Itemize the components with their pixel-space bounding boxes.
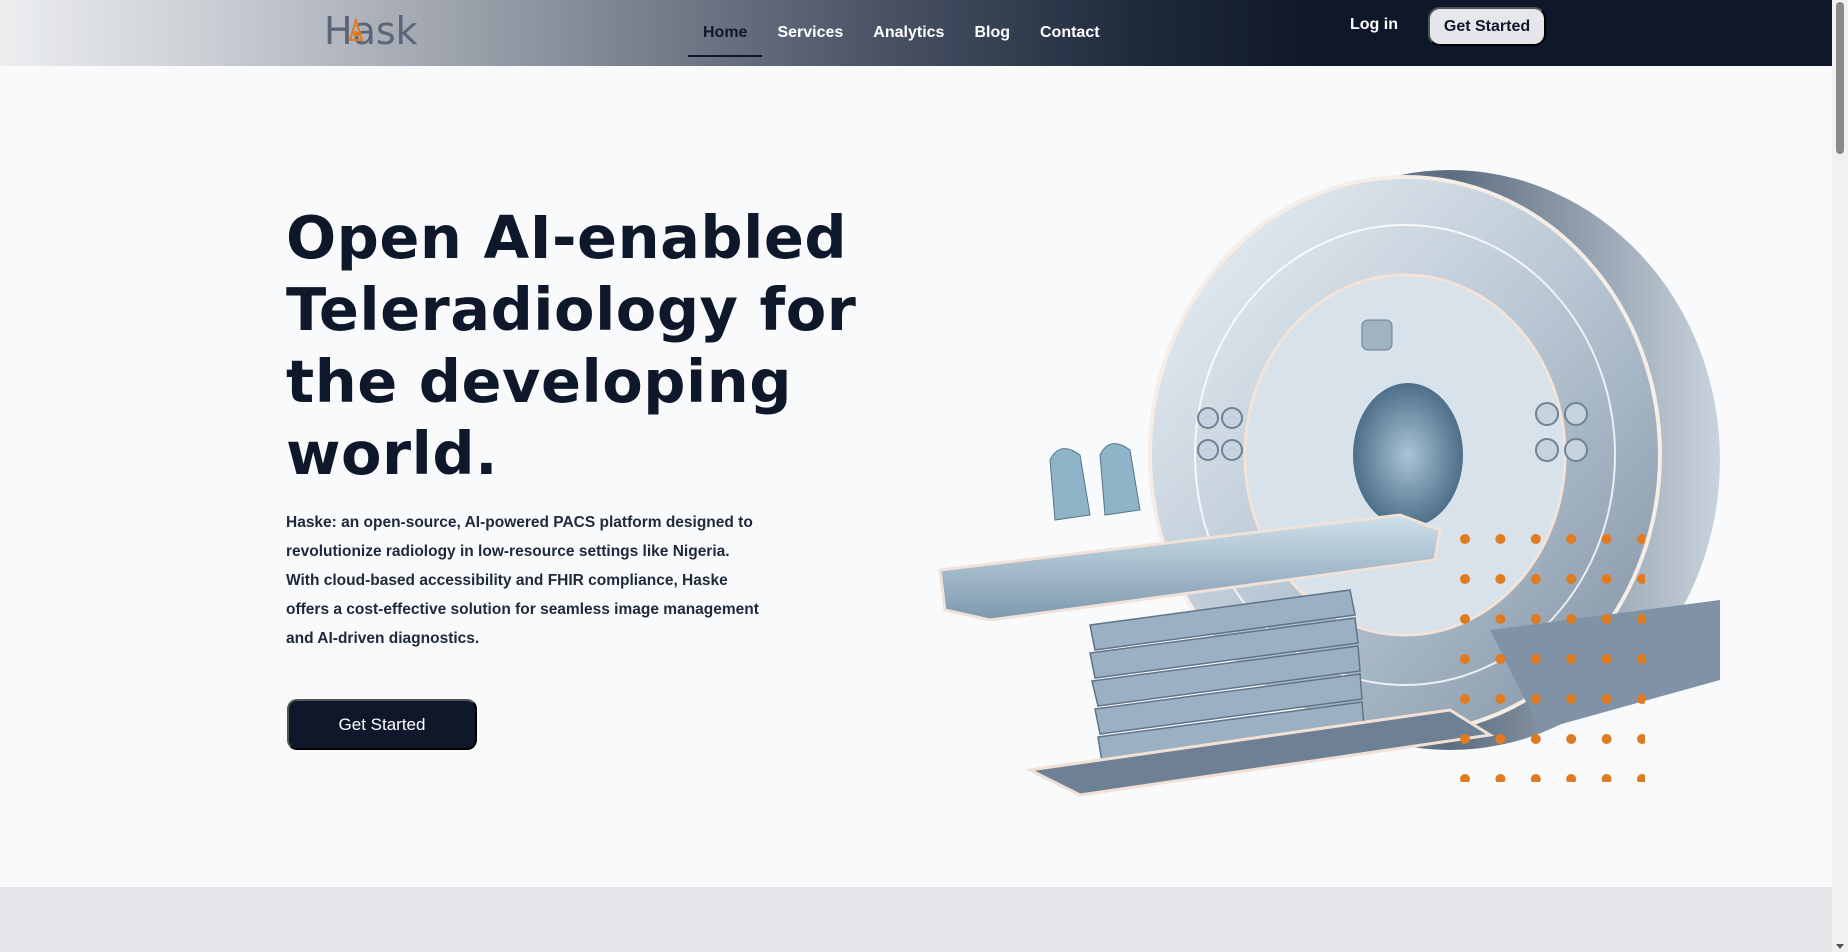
decorative-dot <box>1495 534 1506 544</box>
site-header: Haske Home Services Analytics Blog Conta… <box>0 0 1832 66</box>
decorative-dot <box>1530 534 1541 544</box>
page-scrollbar[interactable] <box>1832 0 1848 952</box>
decorative-dot <box>1495 774 1506 782</box>
main-nav: Home Services Analytics Blog Contact <box>688 0 1115 66</box>
decorative-dot <box>1566 774 1577 782</box>
decorative-dot <box>1460 734 1470 744</box>
login-link[interactable]: Log in <box>1350 16 1398 38</box>
nav-services[interactable]: Services <box>762 9 858 57</box>
hero-description: Haske: an open-source, AI-powered PACS p… <box>286 514 759 647</box>
decorative-dot <box>1601 734 1612 744</box>
decorative-dot <box>1495 574 1506 584</box>
decorative-dot <box>1637 614 1645 624</box>
haske-logo[interactable]: Haske <box>322 6 418 50</box>
scroll-down-arrow-icon[interactable] <box>1836 944 1844 949</box>
hero-get-started-button[interactable]: Get Started <box>287 699 477 750</box>
hero-title-line: Teleradiology for <box>286 275 857 344</box>
header-get-started-button[interactable]: Get Started <box>1428 7 1546 46</box>
decorative-dot <box>1566 694 1577 704</box>
decorative-dot <box>1530 574 1541 584</box>
decorative-dot <box>1601 534 1612 544</box>
hero-title-line: Open AI-enabled <box>286 203 848 272</box>
decorative-dot <box>1460 534 1470 544</box>
decorative-dot <box>1460 574 1470 584</box>
decorative-dot <box>1495 614 1506 624</box>
decorative-dot <box>1637 574 1645 584</box>
decorative-dot <box>1495 654 1506 664</box>
decorative-dot <box>1566 734 1577 744</box>
decorative-dot <box>1566 574 1577 584</box>
decorative-dot <box>1530 614 1541 624</box>
decorative-dot <box>1460 654 1470 664</box>
decorative-dot <box>1601 574 1612 584</box>
scrollbar-thumb[interactable] <box>1836 2 1844 154</box>
hero-title-line: the developing <box>286 347 792 416</box>
decorative-dot <box>1530 694 1541 704</box>
decorative-dot <box>1530 654 1541 664</box>
decorative-dot-grid <box>1460 534 1645 782</box>
decorative-dot <box>1460 694 1470 704</box>
svg-text:Haske: Haske <box>324 9 418 50</box>
decorative-dot <box>1495 694 1506 704</box>
decorative-dot <box>1601 654 1612 664</box>
nav-contact[interactable]: Contact <box>1025 9 1115 57</box>
nav-blog[interactable]: Blog <box>959 9 1025 57</box>
decorative-dot <box>1566 654 1577 664</box>
decorative-dot <box>1637 694 1645 704</box>
nav-analytics[interactable]: Analytics <box>858 9 959 57</box>
haske-logo-icon: Haske <box>324 9 418 50</box>
hero-title: Open AI-enabled Teleradiology for the de… <box>286 202 906 490</box>
hero-title-line: world. <box>286 419 499 488</box>
decorative-dot <box>1460 774 1470 782</box>
decorative-dot <box>1530 774 1541 782</box>
decorative-dot <box>1530 734 1541 744</box>
decorative-dot <box>1601 694 1612 704</box>
decorative-dot <box>1566 534 1577 544</box>
decorative-dot <box>1637 734 1645 744</box>
nav-home[interactable]: Home <box>688 9 763 57</box>
decorative-dot <box>1495 734 1506 744</box>
decorative-dot <box>1637 654 1645 664</box>
next-section-strip <box>0 887 1832 952</box>
decorative-dot <box>1566 614 1577 624</box>
decorative-dot <box>1601 774 1612 782</box>
decorative-dot <box>1637 534 1645 544</box>
decorative-dot <box>1601 614 1612 624</box>
decorative-dot <box>1460 614 1470 624</box>
decorative-dot <box>1637 774 1645 782</box>
